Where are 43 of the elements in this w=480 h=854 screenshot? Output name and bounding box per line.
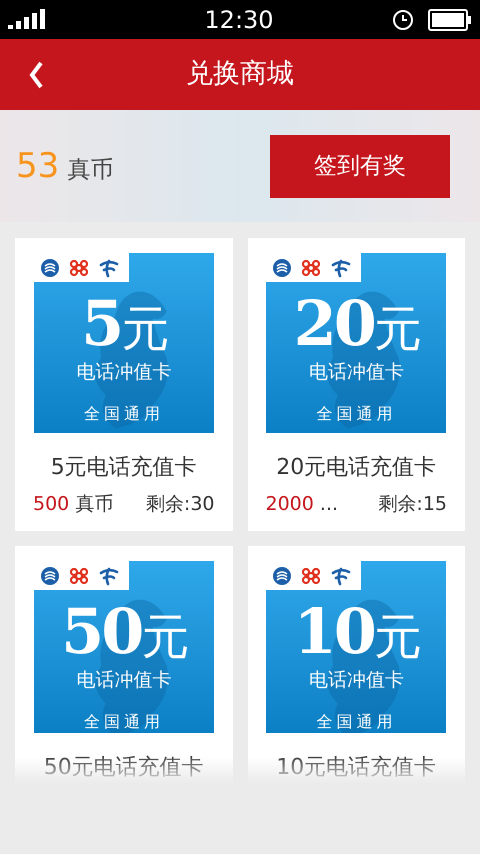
knot-logo-icon <box>300 566 322 586</box>
card-value: 50元 <box>61 601 186 668</box>
page-title: 兑换商城 <box>186 57 294 92</box>
swirl-logo-icon <box>330 566 352 586</box>
product-price: 2000 ... <box>266 492 338 517</box>
coin-amount: 53 <box>16 144 60 188</box>
circle-logo-icon <box>40 566 60 586</box>
card-subtitle: 电话冲值卡 <box>308 360 404 384</box>
swirl-logo-icon <box>98 258 120 278</box>
swirl-logo-icon <box>330 258 352 278</box>
product-title: 10元电话充值卡 <box>276 754 436 782</box>
card-value: 10元 <box>294 601 419 668</box>
knot-logo-icon <box>68 258 90 278</box>
card-tagline: 全国通用 <box>84 404 164 424</box>
stock-count: 剩余:30 <box>146 492 214 517</box>
card-tagline: 全国通用 <box>316 404 396 424</box>
card-subtitle: 电话冲值卡 <box>76 668 172 692</box>
clock-icon <box>392 8 414 30</box>
signal-icon <box>8 8 46 30</box>
card-subtitle: 电话冲值卡 <box>76 360 172 384</box>
card-subtitle: 电话冲值卡 <box>308 668 404 692</box>
product-title: 5元电话充值卡 <box>50 454 197 482</box>
product-price: 500 真币 <box>33 492 114 517</box>
product-title: 50元电话充值卡 <box>44 754 204 782</box>
coin-unit: 真币 <box>67 156 114 184</box>
knot-logo-icon <box>300 258 322 278</box>
product-title: 20元电话充值卡 <box>276 454 436 482</box>
status-time: 12:30 <box>204 4 274 36</box>
knot-logo-icon <box>68 566 90 586</box>
card-tagline: 全国通用 <box>316 712 396 732</box>
circle-logo-icon <box>40 258 60 278</box>
product-card[interactable]: 20元 电话冲值卡 全国通用 20元电话充值卡 2000 ... 剩余:15 <box>248 238 465 531</box>
card-value: 5元 <box>81 293 166 360</box>
swirl-logo-icon <box>98 566 120 586</box>
chevron-left-icon <box>28 61 44 89</box>
battery-icon <box>428 8 472 30</box>
check-in-button[interactable]: 签到有奖 <box>270 134 450 198</box>
product-card[interactable]: 5元 电话冲值卡 全国通用 5元电话充值卡 500 真币 剩余:30 <box>15 238 232 531</box>
stock-count: 剩余:15 <box>378 492 447 517</box>
card-tagline: 全国通用 <box>84 712 164 732</box>
card-value: 20元 <box>294 293 419 360</box>
circle-logo-icon <box>272 258 292 278</box>
circle-logo-icon <box>272 566 292 586</box>
